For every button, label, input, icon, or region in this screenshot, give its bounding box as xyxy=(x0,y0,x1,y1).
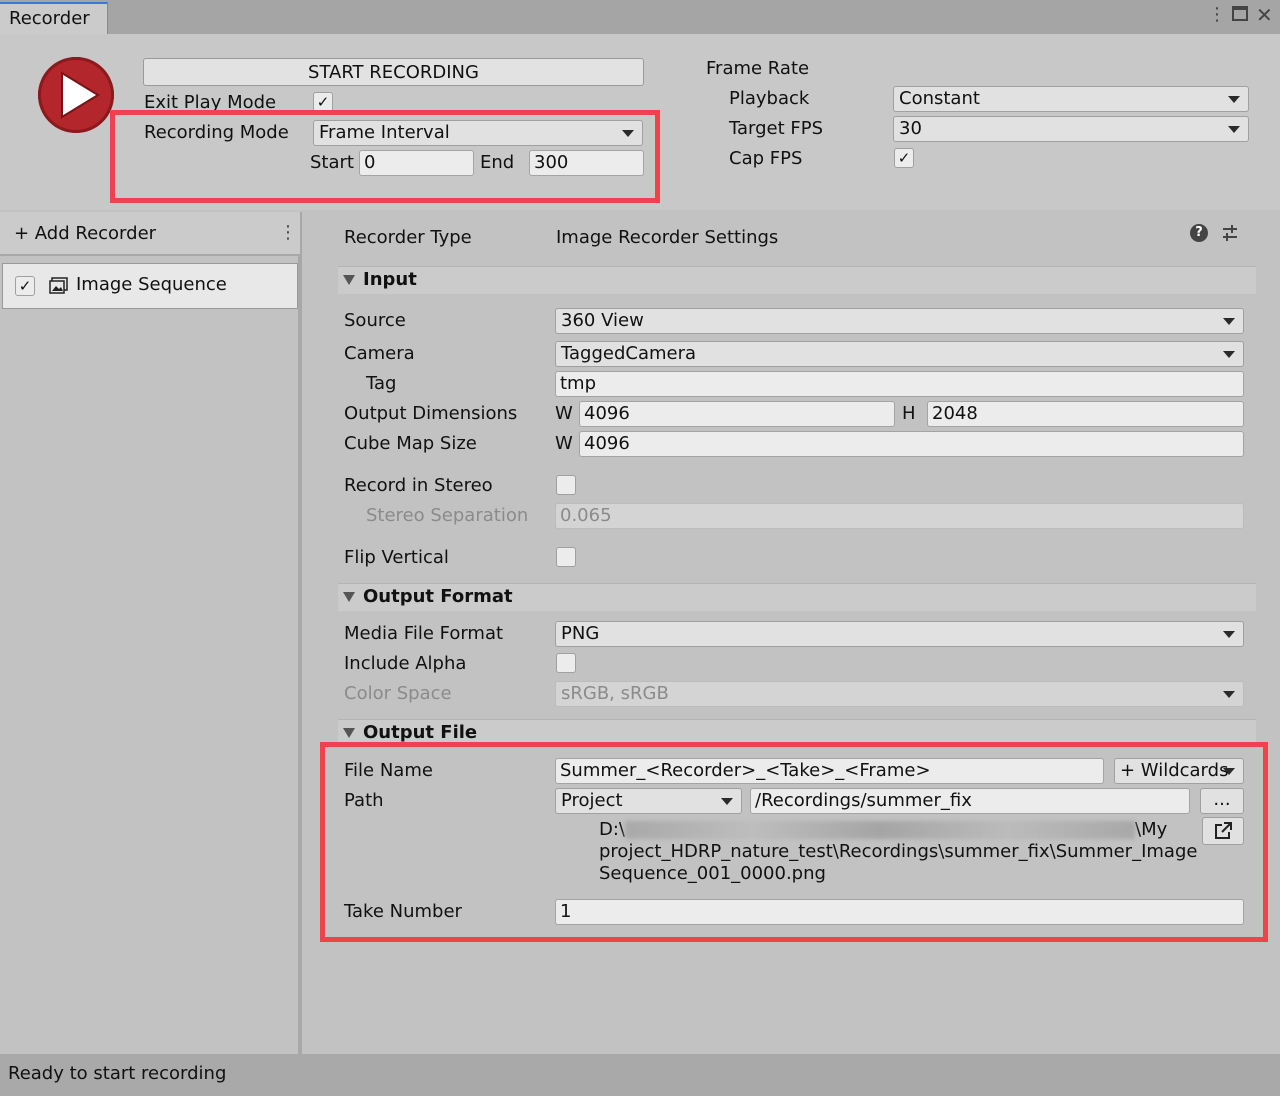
cube-map-size-field[interactable]: 4096 xyxy=(579,431,1244,457)
color-space-value: sRGB, sRGB xyxy=(561,683,669,704)
input-section-header[interactable]: Input xyxy=(338,266,1256,294)
add-recorder-button[interactable]: + Add Recorder xyxy=(14,223,156,244)
include-alpha-label: Include Alpha xyxy=(344,653,467,674)
camera-label: Camera xyxy=(344,343,415,364)
flip-vertical-checkbox[interactable] xyxy=(556,547,576,567)
play-icon xyxy=(61,71,100,119)
flip-vertical-label: Flip Vertical xyxy=(344,547,449,568)
width-label: W xyxy=(555,403,573,424)
media-file-format-value: PNG xyxy=(561,623,600,644)
tab-title: Recorder xyxy=(9,8,90,29)
add-recorder-bar: + Add Recorder ⋮ xyxy=(0,212,300,256)
record-in-stereo-label: Record in Stereo xyxy=(344,475,493,496)
status-text: Ready to start recording xyxy=(8,1063,227,1084)
color-space-dropdown: sRGB, sRGB xyxy=(555,681,1244,707)
recorder-list-pane xyxy=(0,212,302,1054)
source-dropdown[interactable]: 360 View xyxy=(555,308,1244,334)
tag-label: Tag xyxy=(366,373,397,394)
output-width-field[interactable]: 4096 xyxy=(579,401,895,427)
playback-value: Constant xyxy=(899,88,980,109)
tag-field[interactable]: tmp xyxy=(555,371,1244,397)
cube-width-label: W xyxy=(555,433,573,454)
kebab-menu-icon[interactable]: ⋮ xyxy=(1208,4,1226,25)
help-icon[interactable]: ? xyxy=(1190,224,1208,242)
stereo-separation-label: Stereo Separation xyxy=(366,505,529,526)
record-in-stereo-checkbox[interactable] xyxy=(556,475,576,495)
check-icon: ✓ xyxy=(18,277,32,295)
camera-dropdown[interactable]: TaggedCamera xyxy=(555,341,1244,367)
recorder-enabled-checkbox[interactable]: ✓ xyxy=(15,276,35,296)
recorder-type-label: Recorder Type xyxy=(344,227,472,248)
output-height-field[interactable]: 2048 xyxy=(927,401,1244,427)
check-icon: ✓ xyxy=(316,93,330,111)
exit-play-mode-checkbox[interactable]: ✓ xyxy=(313,92,333,112)
media-file-format-label: Media File Format xyxy=(344,623,504,644)
foldout-triangle-icon xyxy=(343,275,355,285)
target-fps-value: 30 xyxy=(899,118,922,139)
output-format-header-label: Output Format xyxy=(363,586,513,607)
output-format-section-header[interactable]: Output Format xyxy=(338,583,1256,611)
highlight-recording-mode xyxy=(110,110,660,203)
input-header-label: Input xyxy=(363,269,417,290)
record-button[interactable] xyxy=(38,57,114,133)
recorder-type-value: Image Recorder Settings xyxy=(556,227,779,248)
cap-fps-checkbox[interactable]: ✓ xyxy=(894,148,914,168)
source-label: Source xyxy=(344,310,406,331)
cube-map-size-label: Cube Map Size xyxy=(344,433,477,454)
status-bar: Ready to start recording xyxy=(0,1054,1280,1096)
image-icon xyxy=(49,277,68,294)
maximize-icon[interactable] xyxy=(1232,6,1248,21)
check-icon: ✓ xyxy=(897,149,911,167)
output-dimensions-label: Output Dimensions xyxy=(344,403,518,424)
recorder-item-label: Image Sequence xyxy=(76,274,227,295)
output-file-header-label: Output File xyxy=(363,722,478,743)
start-recording-button[interactable]: START RECORDING xyxy=(143,58,644,86)
color-space-label: Color Space xyxy=(344,683,452,704)
target-fps-dropdown[interactable]: 30 xyxy=(893,116,1249,142)
frame-rate-label: Frame Rate xyxy=(706,58,810,79)
height-label: H xyxy=(902,403,916,424)
list-item[interactable]: ✓ Image Sequence xyxy=(2,263,298,309)
playback-dropdown[interactable]: Constant xyxy=(893,86,1249,112)
foldout-triangle-icon xyxy=(343,592,355,602)
camera-value: TaggedCamera xyxy=(561,343,697,364)
playback-label: Playback xyxy=(729,88,810,109)
media-file-format-dropdown[interactable]: PNG xyxy=(555,621,1244,647)
tab-bar xyxy=(0,0,1280,34)
target-fps-label: Target FPS xyxy=(729,118,824,139)
preset-settings-icon[interactable] xyxy=(1221,224,1239,242)
kebab-menu-icon[interactable]: ⋮ xyxy=(279,222,297,243)
cap-fps-label: Cap FPS xyxy=(729,148,803,169)
foldout-triangle-icon xyxy=(343,728,355,738)
source-value: 360 View xyxy=(561,310,644,331)
stereo-separation-field: 0.065 xyxy=(555,503,1244,529)
close-icon[interactable]: ✕ xyxy=(1256,3,1273,27)
include-alpha-checkbox[interactable] xyxy=(556,653,576,673)
tab-recorder[interactable]: Recorder xyxy=(0,2,108,34)
highlight-output-file xyxy=(320,742,1268,942)
